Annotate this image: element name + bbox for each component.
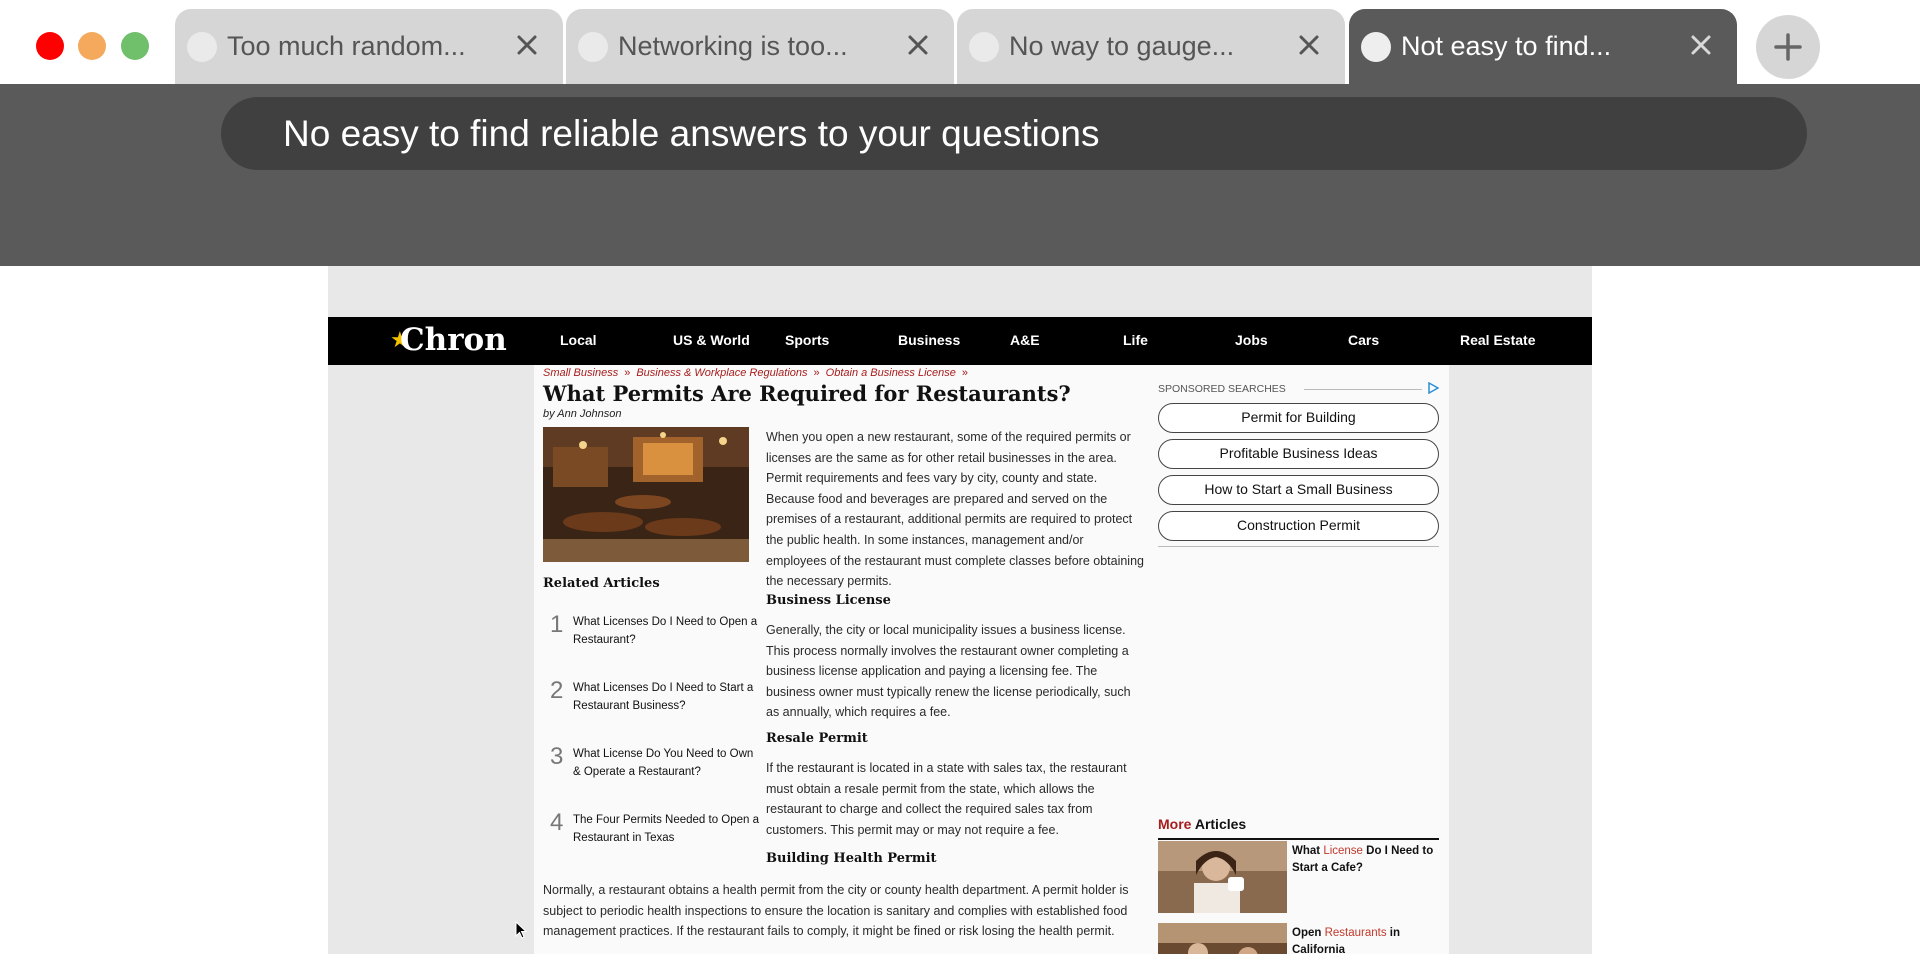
related-article-number: 1 — [550, 611, 564, 638]
section-heading: Resale Permit — [766, 731, 868, 746]
more-articles-heading: More Articles — [1158, 816, 1441, 832]
more-article-link[interactable]: Open Restaurants in California — [1292, 925, 1437, 954]
related-article-item[interactable]: 1 What Licenses Do I Need to Open a Rest… — [543, 611, 763, 661]
window-close-button[interactable] — [36, 32, 64, 60]
breadcrumb-item[interactable]: Business & Workplace Regulations — [636, 367, 807, 379]
related-articles-title: Related Articles — [543, 576, 660, 591]
article-byline: by Ann Johnson — [543, 408, 622, 420]
link-highlight: Restaurants — [1324, 927, 1387, 939]
divider — [1158, 838, 1439, 840]
mouse-cursor-icon — [515, 921, 528, 939]
sponsored-heading: SPONSORED SEARCHES — [1158, 382, 1441, 397]
adchoices-icon[interactable] — [1427, 382, 1439, 394]
nav-real-estate[interactable]: Real Estate — [1460, 332, 1535, 348]
breadcrumb-separator: » — [624, 367, 631, 379]
related-article-number: 4 — [550, 809, 564, 836]
nav-life[interactable]: Life — [1123, 332, 1148, 348]
browser-toolbar: No easy to find reliable answers to your… — [0, 84, 1920, 266]
window-minimize-button[interactable] — [78, 32, 106, 60]
tab-label: No way to gauge... — [1009, 31, 1235, 61]
more-article-item[interactable]: Open Restaurants in California — [1158, 923, 1441, 954]
breadcrumb-item[interactable]: Small Business — [543, 367, 618, 379]
related-article-link[interactable]: What Licenses Do I Need to Start a Resta… — [573, 679, 763, 715]
nav-sports[interactable]: Sports — [785, 332, 829, 348]
nav-cars[interactable]: Cars — [1348, 332, 1379, 348]
nav-business[interactable]: Business — [898, 332, 960, 348]
related-article-item[interactable]: 2 What Licenses Do I Need to Start a Res… — [543, 677, 763, 727]
nav-us-world[interactable]: US & World — [673, 332, 750, 348]
related-article-item[interactable]: 3 What License Do You Need to Own & Oper… — [543, 743, 763, 793]
window-maximize-button[interactable] — [121, 32, 149, 60]
more-article-link[interactable]: What License Do I Need to Start a Cafe? — [1292, 843, 1437, 877]
sponsored-search-button[interactable]: Construction Permit — [1158, 511, 1439, 541]
address-bar-text[interactable]: No easy to find reliable answers to your… — [283, 113, 1100, 155]
sponsored-heading-text: SPONSORED SEARCHES — [1158, 383, 1286, 395]
article-thumbnail[interactable] — [1158, 923, 1287, 954]
chron-page: ★ Chron Local US & World Sports Business… — [328, 266, 1592, 954]
restaurant-photo — [543, 427, 749, 562]
divider — [1158, 546, 1439, 547]
article-thumbnail[interactable] — [1158, 841, 1287, 913]
breadcrumb-item[interactable]: Obtain a Business License — [826, 367, 956, 379]
tab-label: Not easy to find... — [1401, 31, 1612, 61]
more-articles-heading-text: Articles — [1194, 816, 1247, 832]
close-icon[interactable] — [1685, 29, 1717, 61]
related-article-link[interactable]: The Four Permits Needed to Open a Restau… — [573, 811, 763, 847]
link-highlight: License — [1323, 845, 1363, 857]
more-articles-heading-accent: More — [1158, 816, 1192, 832]
close-icon[interactable] — [511, 29, 543, 61]
article-title: What Permits Are Required for Restaurant… — [543, 381, 1071, 406]
nav-local[interactable]: Local — [560, 332, 597, 348]
favicon-icon — [969, 32, 999, 62]
sponsored-search-button[interactable]: Permit for Building — [1158, 403, 1439, 433]
nav-ae[interactable]: A&E — [1010, 332, 1040, 348]
related-article-number: 2 — [550, 677, 564, 704]
favicon-icon — [578, 32, 608, 62]
article-content: Small Business » Business & Workplace Regu… — [534, 365, 1449, 954]
section-text: Normally, a restaurant obtains a health … — [543, 883, 1129, 939]
breadcrumb-separator: » — [961, 367, 969, 379]
sponsored-searches: SPONSORED SEARCHES Permit for Building P… — [1158, 382, 1441, 547]
breadcrumb: Small Business » Business & Workplace Regu… — [543, 367, 974, 379]
link-text: What — [1292, 845, 1324, 857]
tab-bar: Too much random... Networking is too... … — [0, 0, 1920, 84]
related-article-number: 3 — [550, 743, 564, 770]
tab-no-way-to-gauge[interactable]: No way to gauge... — [957, 9, 1345, 84]
tab-not-easy-to-find[interactable]: Not easy to find... — [1349, 9, 1737, 84]
divider — [1304, 389, 1422, 390]
section-heading: Building Health Permit — [766, 851, 937, 866]
breadcrumb-separator: » — [813, 367, 820, 379]
sponsored-search-button[interactable]: Profitable Business Ideas — [1158, 439, 1439, 469]
new-tab-button[interactable] — [1756, 15, 1820, 79]
site-nav-bar: ★ Chron Local US & World Sports Business… — [328, 317, 1592, 365]
more-articles: More Articles What License Do I Need to … — [1158, 816, 1441, 954]
more-article-item[interactable]: What License Do I Need to Start a Cafe? — [1158, 841, 1441, 915]
section-text: Generally, the city or local municipalit… — [766, 623, 1131, 720]
address-bar[interactable]: No easy to find reliable answers to your… — [221, 97, 1807, 170]
sponsored-search-button[interactable]: How to Start a Small Business — [1158, 475, 1439, 505]
section-text: If the restaurant is located in a state … — [766, 761, 1127, 837]
nav-jobs[interactable]: Jobs — [1235, 332, 1268, 348]
plus-icon — [1774, 33, 1802, 61]
favicon-icon — [187, 32, 217, 62]
link-text: Open — [1292, 927, 1325, 939]
page-viewport: ★ Chron Local US & World Sports Business… — [0, 266, 1920, 954]
related-article-link[interactable]: What Licenses Do I Need to Open a Restau… — [573, 613, 763, 649]
tab-label: Too much random... — [227, 31, 466, 61]
close-icon[interactable] — [1293, 29, 1325, 61]
tab-networking[interactable]: Networking is too... — [566, 9, 954, 84]
tab-too-much-random[interactable]: Too much random... — [175, 9, 563, 84]
tab-label: Networking is too... — [618, 31, 848, 61]
logo-text: Chron — [400, 322, 507, 358]
favicon-icon — [1361, 32, 1391, 62]
section-heading: Business License — [766, 593, 891, 608]
close-icon[interactable] — [902, 29, 934, 61]
article-intro: When you open a new restaurant, some of … — [766, 430, 1144, 589]
related-article-item[interactable]: 4 The Four Permits Needed to Open a Rest… — [543, 809, 763, 859]
related-article-link[interactable]: What License Do You Need to Own & Operat… — [573, 745, 763, 781]
